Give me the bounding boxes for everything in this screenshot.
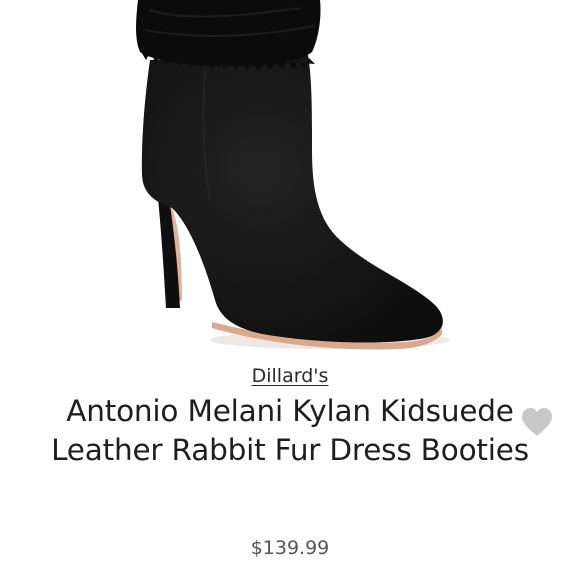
brand-link-container: Dillard's	[0, 365, 580, 387]
product-title: Antonio Melani Kylan Kidsuede Leather Ra…	[51, 394, 529, 467]
boot-shaft	[141, 55, 443, 343]
product-image[interactable]	[0, 0, 580, 360]
heart-icon	[522, 408, 552, 436]
favorite-button[interactable]	[520, 407, 554, 437]
product-price: $139.99	[250, 537, 330, 559]
product-card: Dillard's Antonio Melani Kylan Kidsuede …	[0, 0, 580, 580]
brand-link[interactable]: Dillard's	[252, 365, 329, 387]
